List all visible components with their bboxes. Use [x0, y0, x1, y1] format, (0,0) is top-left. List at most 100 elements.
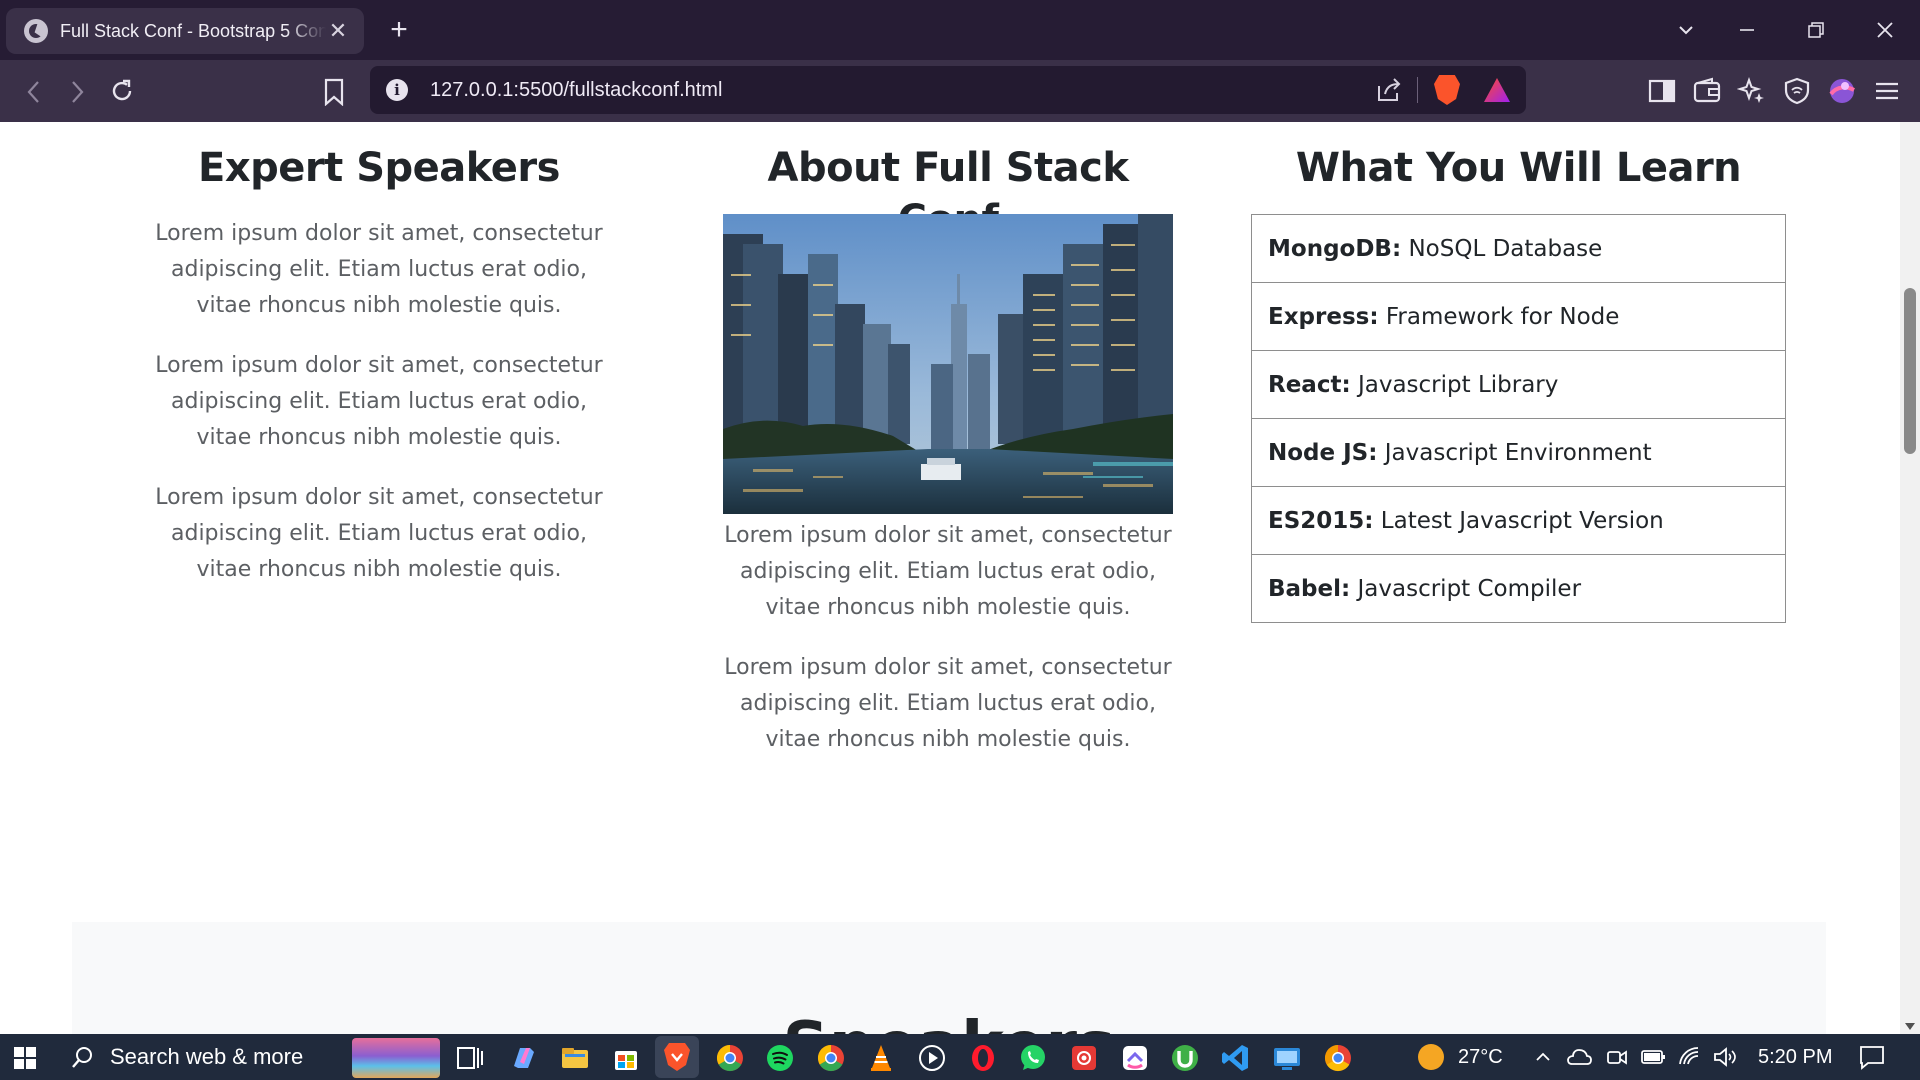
learn-item-desc: Javascript Library	[1350, 372, 1559, 398]
learn-item-term: Babel:	[1268, 576, 1351, 602]
media-player-icon[interactable]	[916, 1042, 948, 1074]
reload-icon	[112, 79, 132, 101]
clock-time[interactable]: 5:20 PM	[1758, 1034, 1832, 1080]
learn-item-desc: NoSQL Database	[1401, 236, 1603, 262]
clickup-icon[interactable]	[1119, 1042, 1151, 1074]
page-scrollbar[interactable]	[1900, 122, 1920, 1034]
back-button[interactable]	[14, 72, 54, 112]
learn-item-desc: Latest Javascript Version	[1373, 508, 1664, 534]
speakers-paragraph: Lorem ipsum dolor sit amet, consectetur …	[155, 221, 603, 318]
volume-icon[interactable]	[1712, 1046, 1738, 1068]
leo-ai-icon[interactable]	[1737, 76, 1767, 106]
copilot-icon[interactable]	[508, 1042, 540, 1074]
about-heading: About Full Stack Conf	[767, 145, 1129, 243]
screen-recorder-icon[interactable]	[1068, 1042, 1100, 1074]
about-column: About Full Stack Conf	[723, 122, 1173, 782]
about-paragraph: Lorem ipsum dolor sit amet, consectetur …	[724, 523, 1172, 620]
chrome-icon[interactable]	[714, 1042, 746, 1074]
tab-title: Full Stack Conf - Bootstrap 5 Conf	[60, 20, 326, 41]
learn-item: Node JS: Javascript Environment	[1252, 418, 1785, 486]
file-explorer-icon[interactable]	[559, 1042, 591, 1074]
learn-item-desc: Framework for Node	[1378, 304, 1620, 330]
learn-heading: What You Will Learn	[1295, 145, 1742, 191]
speakers-section-heading: Speakers	[72, 1014, 1826, 1034]
chrome-alt-icon[interactable]	[815, 1042, 847, 1074]
browser-toolbar: i 127.0.0.1:5500/fullstackconf.html	[0, 60, 1920, 122]
address-bar[interactable]: i 127.0.0.1:5500/fullstackconf.html	[370, 66, 1526, 114]
tab-close-button[interactable]: ✕	[326, 18, 350, 44]
spotify-icon[interactable]	[764, 1042, 796, 1074]
learn-item-desc: Javascript Environment	[1377, 440, 1652, 466]
wifi-icon[interactable]	[1678, 1046, 1702, 1068]
brave-shields-icon[interactable]	[1434, 75, 1460, 105]
task-view-icon[interactable]	[454, 1042, 486, 1074]
notifications-icon[interactable]	[1858, 1044, 1886, 1070]
learn-item: Babel: Javascript Compiler	[1252, 554, 1785, 622]
menu-icon[interactable]	[1872, 76, 1902, 106]
learn-item-desc: Javascript Compiler	[1350, 576, 1582, 602]
meet-now-icon[interactable]	[1606, 1046, 1628, 1068]
forward-button[interactable]	[57, 72, 97, 112]
site-info-icon[interactable]: i	[386, 79, 408, 101]
speakers-heading: Expert Speakers	[198, 145, 560, 191]
remote-desktop-icon[interactable]	[1271, 1042, 1303, 1074]
windows-logo-icon	[26, 1059, 36, 1069]
brave-icon	[664, 1043, 690, 1071]
speakers-paragraph: Lorem ipsum dolor sit amet, consectetur …	[155, 353, 603, 450]
city-river-photo	[723, 214, 1173, 514]
learn-item: Express: Framework for Node	[1252, 282, 1785, 350]
tab-search-button[interactable]	[1662, 10, 1710, 50]
utorrent-icon[interactable]	[1169, 1042, 1201, 1074]
wallet-icon[interactable]	[1692, 76, 1722, 106]
page-viewport: Expert Speakers Lorem ipsum dolor sit am…	[0, 122, 1900, 1034]
about-paragraph: Lorem ipsum dolor sit amet, consectetur …	[724, 655, 1172, 752]
active-tab[interactable]: Full Stack Conf - Bootstrap 5 Conf ✕	[6, 8, 364, 54]
bookmark-icon[interactable]	[323, 78, 345, 106]
minimize-button[interactable]	[1723, 10, 1771, 50]
sidebar-icon[interactable]	[1647, 76, 1677, 106]
chevron-up-icon[interactable]	[1534, 1048, 1552, 1066]
learn-item-term: MongoDB:	[1268, 236, 1402, 262]
browser-titlebar: Full Stack Conf - Bootstrap 5 Conf ✕ +	[0, 0, 1920, 60]
brave-taskbar-button[interactable]	[655, 1036, 699, 1078]
start-button[interactable]	[14, 1047, 36, 1069]
vscode-icon[interactable]	[1220, 1042, 1252, 1074]
minimize-icon	[1740, 29, 1754, 31]
learn-item: React: Javascript Library	[1252, 350, 1785, 418]
weather-sun-icon[interactable]	[1416, 1042, 1446, 1072]
windows-taskbar: Search web & more 27°C 5:20 PM	[0, 1034, 1920, 1080]
whatsapp-icon[interactable]	[1017, 1042, 1049, 1074]
microsoft-store-icon[interactable]	[610, 1042, 642, 1074]
scroll-down-arrow-icon[interactable]	[1905, 1023, 1915, 1030]
vlc-icon[interactable]	[865, 1042, 897, 1074]
learn-item-term: ES2015:	[1268, 508, 1374, 534]
back-arrow-icon	[27, 81, 39, 103]
battery-icon[interactable]	[1640, 1047, 1666, 1067]
globe-icon	[24, 19, 48, 43]
windows-logo-icon	[26, 1047, 36, 1057]
brave-rewards-icon[interactable]	[1484, 78, 1510, 102]
weather-temperature[interactable]: 27°C	[1458, 1034, 1503, 1080]
opera-icon[interactable]	[967, 1042, 999, 1074]
learn-item-term: Node JS:	[1268, 440, 1378, 466]
windows-logo-icon	[14, 1059, 24, 1069]
close-window-button[interactable]	[1861, 10, 1909, 50]
new-tab-button[interactable]: +	[384, 12, 414, 48]
share-icon[interactable]	[1375, 76, 1403, 104]
onedrive-cloud-icon[interactable]	[1566, 1046, 1592, 1068]
reload-button[interactable]	[102, 72, 142, 112]
windows-logo-icon	[14, 1047, 24, 1057]
speakers-paragraph: Lorem ipsum dolor sit amet, consectetur …	[155, 485, 603, 582]
forward-arrow-icon	[72, 81, 84, 103]
profile-avatar-icon[interactable]	[1827, 76, 1857, 106]
chevron-down-icon	[1679, 26, 1693, 35]
speakers-column: Expert Speakers Lorem ipsum dolor sit am…	[154, 122, 604, 612]
url-text[interactable]: 127.0.0.1:5500/fullstackconf.html	[430, 79, 1375, 102]
chrome-canary-icon[interactable]	[1322, 1042, 1354, 1074]
restore-button[interactable]	[1792, 10, 1840, 50]
learn-list: MongoDB: NoSQL Database Express: Framewo…	[1251, 214, 1786, 623]
learn-item: MongoDB: NoSQL Database	[1252, 215, 1785, 282]
search-highlight-image[interactable]	[352, 1038, 440, 1078]
vpn-shield-icon[interactable]	[1782, 76, 1812, 106]
scrollbar-thumb[interactable]	[1904, 288, 1916, 454]
